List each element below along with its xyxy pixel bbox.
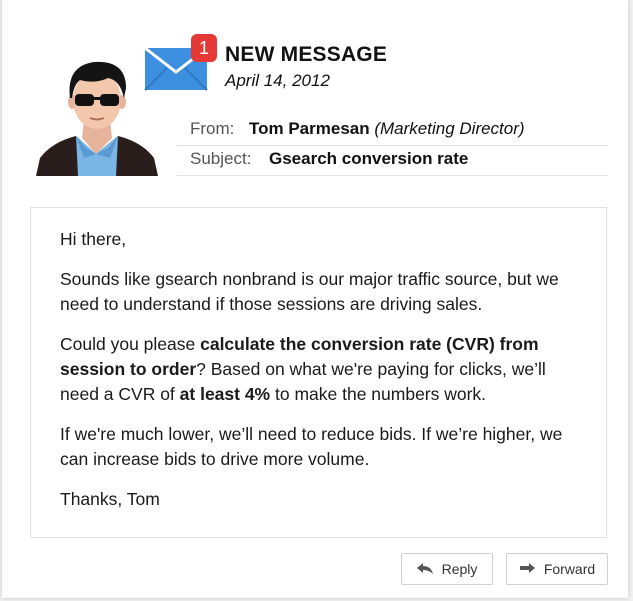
subject-row: Subject: Gsearch conversion rate (177, 145, 608, 176)
sender-name: Tom Parmesan (249, 119, 370, 138)
message-title: NEW MESSAGE (225, 43, 388, 66)
forward-label: Forward (543, 561, 596, 577)
reply-button[interactable]: Reply (401, 553, 493, 585)
greeting: Hi there, (60, 229, 127, 249)
message-body: Hi there, Sounds like gsearch nonbrand i… (30, 207, 607, 538)
body-paragraph: If we're much lower, we’ll need to reduc… (60, 424, 563, 469)
signoff: Thanks, Tom (60, 489, 160, 509)
body-emphasis: at least 4% (179, 384, 271, 404)
message-date: April 14, 2012 (225, 71, 330, 90)
body-text: Could you please (60, 334, 201, 354)
body-text: to make the numbers work. (270, 384, 487, 404)
reply-label: Reply (441, 561, 478, 577)
forward-arrow-icon (519, 563, 535, 573)
email-card: 1 NEW MESSAGE April 14, 2012 From: Tom P… (2, 0, 628, 598)
subject-label: Subject: (190, 149, 252, 168)
sender-role: (Marketing Director) (374, 119, 525, 138)
forward-button[interactable]: Forward (506, 553, 608, 585)
body-paragraph: Could you please calculate the conversio… (60, 332, 586, 407)
notification-badge: 1 (191, 34, 217, 62)
from-row: From: Tom Parmesan (Marketing Director) (177, 115, 608, 146)
from-label: From: (190, 119, 235, 138)
body-paragraph: Sounds like gsearch nonbrand is our majo… (60, 269, 559, 314)
reply-arrow-icon (416, 563, 433, 574)
subject-value: Gsearch conversion rate (269, 149, 469, 168)
from-value: Tom Parmesan (Marketing Director) (249, 119, 525, 139)
